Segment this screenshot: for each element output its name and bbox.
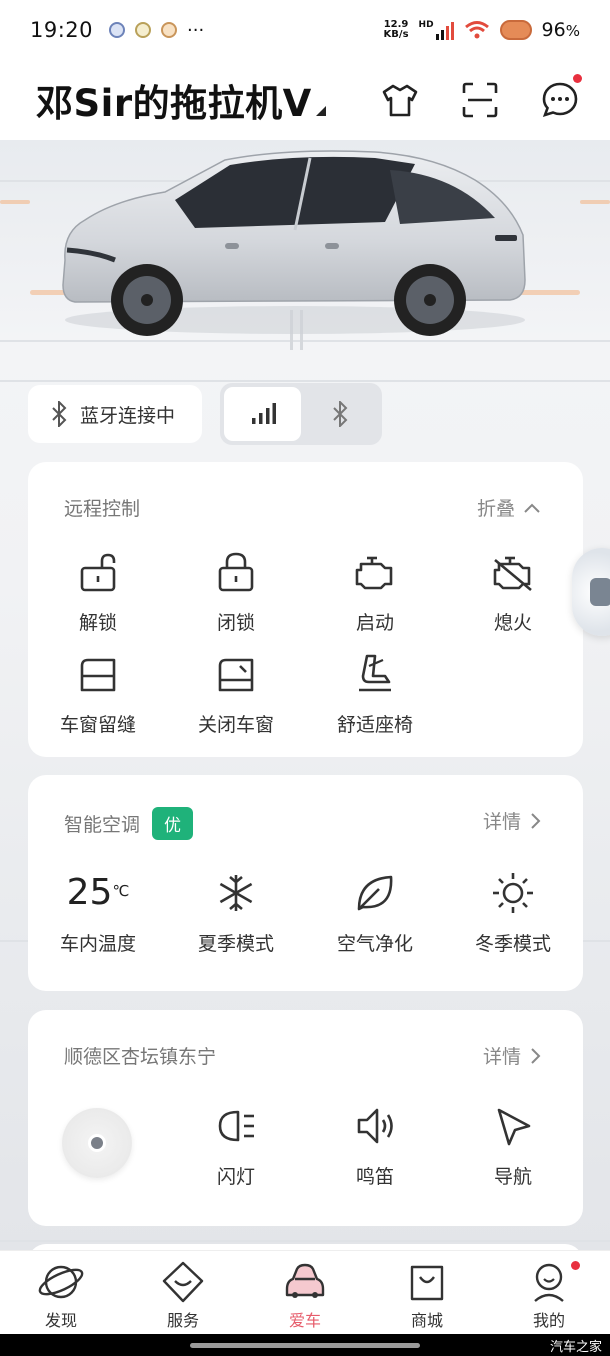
network-speed: 12.9 KB/s — [383, 19, 409, 40]
navigation-icon — [497, 1108, 531, 1146]
sun-icon — [493, 873, 533, 913]
engine-start-button[interactable]: 启动 — [305, 550, 445, 635]
app-notification-icon — [109, 22, 126, 38]
profile-icon — [534, 1263, 564, 1302]
vehicle-name[interactable]: 邓Sir的拖拉机V — [36, 73, 312, 127]
window-close-icon — [218, 658, 254, 692]
comfort-seat-button[interactable]: 舒适座椅 — [305, 652, 445, 737]
headlight-icon — [218, 1110, 254, 1142]
honk-button[interactable]: 鸣笛 — [305, 1104, 445, 1189]
service-icon — [162, 1261, 204, 1303]
status-bar: 19:20 ··· 12.9 KB/s HD 96% — [0, 0, 610, 60]
flash-lights-button[interactable]: 闪灯 — [166, 1104, 306, 1189]
signal-mode-option[interactable] — [224, 387, 301, 441]
message-icon[interactable] — [540, 74, 582, 120]
smart-climate-title: 智能空调 优 — [64, 807, 194, 840]
status-time: 19:20 — [30, 18, 94, 42]
chevron-up-icon — [524, 503, 540, 513]
battery-level: 96% — [541, 19, 580, 41]
engine-off-icon — [493, 556, 532, 591]
location-details-link[interactable]: 详情 — [483, 1042, 541, 1069]
network-type: HD — [418, 20, 434, 30]
shirt-icon[interactable] — [380, 80, 420, 120]
tab-service[interactable]: 服务 — [122, 1251, 244, 1334]
summer-mode-button[interactable]: 夏季模式 — [166, 871, 306, 956]
seat-icon — [359, 654, 391, 692]
scan-icon[interactable] — [460, 80, 500, 120]
smart-climate-card: 智能空调 优 详情 25℃ 车内温度 夏季模式 空气净化 冬季模式 — [28, 775, 583, 991]
tab-discover[interactable]: 发现 — [0, 1251, 122, 1334]
more-notifications: ··· — [187, 19, 205, 41]
location-map-thumbnail[interactable] — [62, 1108, 132, 1178]
snowflake-icon — [219, 875, 253, 911]
bluetooth-mode-option[interactable] — [301, 387, 378, 441]
signal-icon: HD — [419, 20, 454, 40]
collapse-button[interactable]: 折叠 — [477, 494, 541, 521]
vehicle-location-dot — [88, 1134, 106, 1152]
bluetooth-icon — [52, 401, 67, 427]
temperature-value: 25℃ — [66, 872, 130, 913]
profile-unread-dot — [571, 1261, 580, 1270]
home-indicator[interactable] — [190, 1343, 420, 1348]
engine-off-button[interactable]: 熄火 — [443, 550, 583, 635]
cabin-temperature: 25℃ 车内温度 — [28, 871, 168, 956]
air-quality-badge: 优 — [152, 807, 194, 840]
bluetooth-status-label: 蓝牙连接中 — [80, 404, 176, 427]
window-close-button[interactable]: 关闭车窗 — [166, 652, 306, 737]
tab-my-car[interactable]: 爱车 — [244, 1251, 366, 1334]
planet-icon — [38, 1265, 84, 1299]
horn-icon — [357, 1108, 393, 1144]
signal-bars-icon — [251, 403, 276, 424]
app-notification-icon — [161, 22, 178, 38]
message-unread-dot — [573, 74, 582, 83]
winter-mode-button[interactable]: 冬季模式 — [443, 871, 583, 956]
floating-assistant-button[interactable] — [572, 548, 610, 636]
chevron-right-icon — [531, 1047, 541, 1064]
vehicle-image — [62, 150, 526, 336]
tab-profile[interactable]: 我的 — [488, 1251, 610, 1334]
bottom-navigation: 发现 服务 爱车 商城 我的 — [0, 1250, 610, 1334]
chevron-right-icon — [531, 812, 541, 829]
leaf-icon — [357, 875, 393, 911]
navigate-button[interactable]: 导航 — [443, 1104, 583, 1189]
watermark: 汽车之家 — [549, 1340, 602, 1355]
app-header: 邓Sir的拖拉机V — [0, 60, 610, 140]
app-notification-icon — [135, 22, 152, 38]
climate-details-link[interactable]: 详情 — [483, 807, 541, 834]
shop-bag-icon — [410, 1265, 444, 1301]
tab-shop[interactable]: 商城 — [366, 1251, 488, 1334]
bluetooth-status-pill[interactable]: 蓝牙连接中 — [28, 385, 202, 443]
unlock-button[interactable]: 解锁 — [28, 550, 168, 635]
vehicle-location-address: 顺德区杏坛镇东宁 — [64, 1046, 217, 1068]
connection-mode-toggle[interactable] — [220, 383, 382, 445]
window-vent-icon — [80, 658, 116, 692]
assistant-icon — [590, 578, 610, 606]
system-home-bar: 汽车之家 — [0, 1334, 610, 1356]
notification-icons — [109, 22, 178, 38]
remote-control-title: 远程控制 — [64, 498, 141, 520]
vehicle-switch-caret-icon[interactable] — [315, 106, 326, 116]
vehicle-location-card: 顺德区杏坛镇东宁 详情 闪灯 鸣笛 导航 — [28, 1010, 583, 1226]
remote-control-card: 远程控制 折叠 解锁 闭锁 启动 熄火 车窗留缝 关闭车窗 舒适座椅 — [28, 462, 583, 757]
lock-button[interactable]: 闭锁 — [166, 550, 306, 635]
engine-start-icon — [355, 556, 393, 590]
lock-icon — [218, 552, 254, 592]
bluetooth-icon — [332, 401, 347, 427]
wifi-icon — [464, 21, 489, 39]
car-icon — [285, 1263, 325, 1298]
window-vent-button[interactable]: 车窗留缝 — [28, 652, 168, 737]
battery-saver-icon — [499, 20, 532, 40]
air-purify-button[interactable]: 空气净化 — [305, 871, 445, 956]
unlock-icon — [80, 553, 116, 592]
